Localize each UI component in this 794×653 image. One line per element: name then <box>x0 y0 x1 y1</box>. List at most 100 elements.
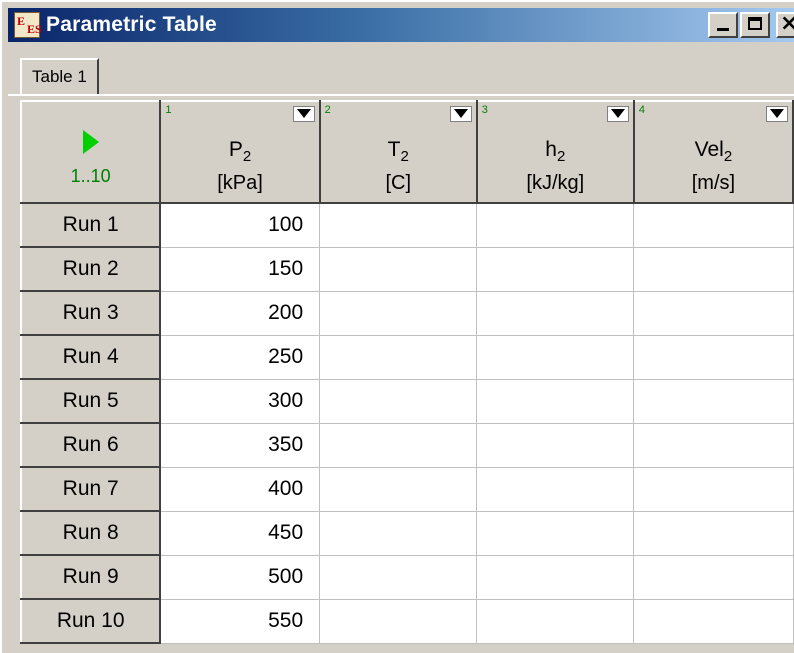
column-dropdown-icon[interactable] <box>606 106 629 122</box>
table-cell[interactable] <box>633 379 794 424</box>
table-row: Run 9 500 <box>19 554 794 600</box>
window-title: Parametric Table <box>46 13 217 36</box>
column-name: P2 <box>161 138 318 165</box>
column-dropdown-icon[interactable] <box>766 106 788 122</box>
table-cell[interactable]: 100 <box>160 203 321 248</box>
run-label[interactable]: Run 7 <box>19 466 162 512</box>
table-cell[interactable] <box>633 555 794 600</box>
table-cell[interactable] <box>633 203 794 248</box>
table-cell[interactable] <box>319 511 478 556</box>
icon-letter-bottom: ES <box>27 22 42 36</box>
table-cell[interactable]: 550 <box>160 599 321 644</box>
column-unit: [m/s] <box>691 172 736 194</box>
table-cell[interactable]: 150 <box>160 247 321 292</box>
column-name: Vel2 <box>635 138 792 165</box>
column-number: 2 <box>324 104 331 116</box>
table-cell[interactable] <box>633 599 794 644</box>
table-row: Run 3 200 <box>19 290 794 336</box>
column-subscript: 2 <box>556 148 566 165</box>
table-cell[interactable] <box>476 203 635 248</box>
tab-table-1[interactable]: Table 1 <box>20 58 99 94</box>
run-all-button[interactable]: 1..10 <box>19 100 162 204</box>
table-cell[interactable]: 200 <box>160 291 321 336</box>
table-cell[interactable] <box>319 203 478 248</box>
table-cell[interactable] <box>476 555 635 600</box>
table-cell[interactable]: 350 <box>160 423 321 468</box>
table-row: Run 6 350 <box>19 422 794 468</box>
title-bar[interactable]: E ES Parametric Table × <box>8 8 794 42</box>
column-header-h2[interactable]: 3 h2 [kJ/kg] <box>475 100 635 204</box>
table-row: Run 4 250 <box>19 334 794 380</box>
minimize-button[interactable] <box>708 12 738 38</box>
run-label[interactable]: Run 1 <box>19 202 162 248</box>
close-button[interactable]: × <box>776 11 794 38</box>
column-name: T2 <box>321 138 476 165</box>
column-dropdown-icon[interactable] <box>292 106 315 122</box>
table-cell[interactable] <box>476 379 635 424</box>
run-label[interactable]: Run 3 <box>19 290 162 336</box>
column-name-text: T <box>387 138 401 161</box>
ees-app-icon: E ES <box>14 12 42 38</box>
table-cell[interactable]: 450 <box>160 511 321 556</box>
table-cell[interactable] <box>633 291 794 336</box>
table-cell[interactable] <box>633 335 794 380</box>
parametric-grid: 1..10 1 P2 [kPa] 2 T2 [C] 3 h2 [kJ/kg] 4… <box>19 100 794 644</box>
run-label[interactable]: Run 4 <box>19 334 162 380</box>
run-label[interactable]: Run 9 <box>19 554 162 600</box>
minimize-icon <box>717 28 729 31</box>
table-cell[interactable] <box>633 247 794 292</box>
column-unit: [C] <box>385 172 411 194</box>
column-name-text: h <box>545 138 557 161</box>
table-cell[interactable] <box>476 291 635 336</box>
column-header-t2[interactable]: 2 T2 [C] <box>318 100 478 204</box>
table-cell[interactable] <box>319 467 478 512</box>
table-cell[interactable] <box>319 291 478 336</box>
window-controls: × <box>708 11 794 38</box>
run-range: 1..10 <box>70 166 111 186</box>
column-subscript: 2 <box>242 148 252 165</box>
table-cell[interactable] <box>633 511 794 556</box>
table-cell[interactable]: 400 <box>160 467 321 512</box>
table-cell[interactable] <box>476 511 635 556</box>
table-cell[interactable]: 500 <box>160 555 321 600</box>
column-subscript: 2 <box>400 148 409 165</box>
tab-divider <box>8 94 794 96</box>
table-cell[interactable] <box>476 247 635 292</box>
run-label[interactable]: Run 8 <box>19 510 162 556</box>
run-label[interactable]: Run 2 <box>19 246 162 292</box>
parametric-table-window: E ES Parametric Table × Table 1 1..10 1 … <box>0 0 794 653</box>
table-cell[interactable] <box>476 467 635 512</box>
run-label[interactable]: Run 5 <box>19 378 162 424</box>
column-number: 1 <box>165 104 172 116</box>
column-subscript: 2 <box>723 148 733 165</box>
table-cell[interactable] <box>633 423 794 468</box>
table-cell[interactable] <box>319 247 478 292</box>
table-cell[interactable] <box>476 335 635 380</box>
maximize-button[interactable] <box>740 12 770 38</box>
table-cell[interactable]: 300 <box>160 379 321 424</box>
table-cell[interactable] <box>476 599 635 644</box>
column-dropdown-icon[interactable] <box>449 106 472 122</box>
table-cell[interactable] <box>319 335 478 380</box>
table-cell[interactable] <box>476 423 635 468</box>
maximize-icon <box>748 17 762 30</box>
table-cell[interactable] <box>319 379 478 424</box>
column-unit: [kPa] <box>217 172 263 194</box>
table-cell[interactable] <box>633 467 794 512</box>
table-cell[interactable] <box>319 423 478 468</box>
close-icon: × <box>780 11 794 36</box>
table-cell[interactable] <box>319 555 478 600</box>
table-row: Run 1 100 <box>19 202 794 248</box>
table-cell[interactable]: 250 <box>160 335 321 380</box>
column-name-text: Vel <box>694 138 724 161</box>
column-number: 3 <box>481 104 488 116</box>
column-number: 4 <box>638 104 645 116</box>
run-label[interactable]: Run 6 <box>19 422 162 468</box>
table-row: Run 2 150 <box>19 246 794 292</box>
column-unit: [kJ/kg] <box>526 172 585 194</box>
run-label[interactable]: Run 10 <box>19 598 162 644</box>
column-header-vel2[interactable]: 4 Vel2 [m/s] <box>632 100 794 204</box>
table-cell[interactable] <box>319 599 478 644</box>
column-header-p2[interactable]: 1 P2 [kPa] <box>159 100 321 204</box>
table-row: Run 8 450 <box>19 510 794 556</box>
